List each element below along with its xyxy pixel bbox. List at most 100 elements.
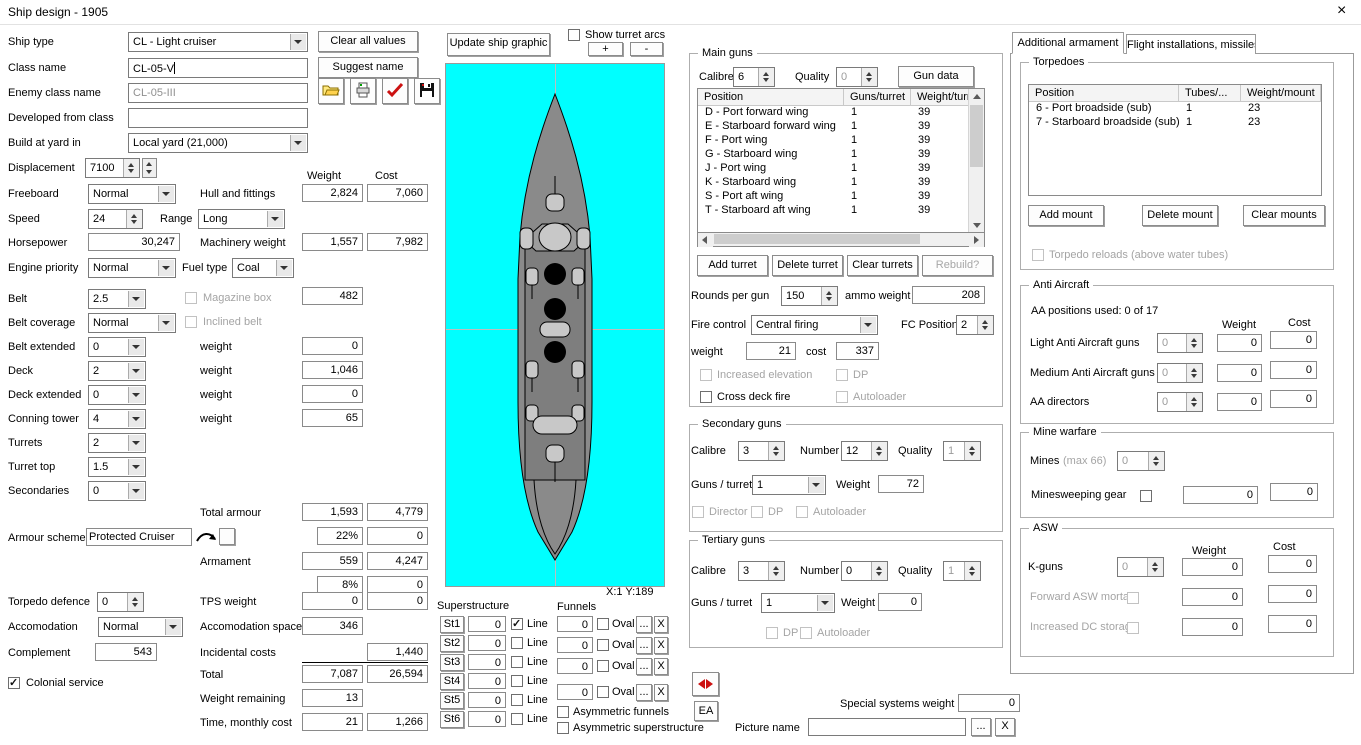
ship-type-select[interactable]: CL - Light cruiser — [128, 32, 308, 52]
zoom-in-button[interactable]: + — [588, 42, 623, 56]
picture-name-input[interactable] — [808, 718, 966, 736]
rebuild-button[interactable]: Rebuild? — [922, 255, 993, 276]
delete-turret-button[interactable]: Delete turret — [772, 255, 843, 276]
medium-aa-spinner[interactable]: 0 — [1157, 363, 1203, 383]
belt-coverage-select[interactable]: Normal — [88, 313, 176, 333]
scroll-right-icon[interactable] — [969, 233, 984, 247]
main-gun-row[interactable]: F - Port wing 1 39 — [698, 134, 984, 148]
sg-guns-turret-select[interactable]: 1 — [752, 475, 826, 495]
tg-number-spinner[interactable]: 0 — [841, 561, 888, 581]
aa-directors-spinner[interactable]: 0 — [1157, 392, 1203, 412]
funnel2-oval-checkbox[interactable] — [597, 639, 609, 651]
minesweeping-checkbox[interactable] — [1140, 490, 1152, 502]
gun-data-button[interactable]: Gun data — [898, 66, 974, 87]
spin-buttons-icon[interactable] — [768, 562, 784, 580]
funnel4-delete-button[interactable]: X — [654, 684, 668, 701]
print-button[interactable] — [350, 78, 376, 104]
sg-number-spinner[interactable]: 12 — [841, 441, 888, 461]
chevron-down-icon[interactable] — [128, 363, 144, 379]
chevron-down-icon[interactable] — [267, 211, 283, 227]
show-turret-arcs-checkbox[interactable] — [568, 29, 580, 41]
spin-buttons-icon[interactable] — [1186, 364, 1202, 382]
scrollbar-thumb[interactable] — [970, 105, 983, 167]
main-guns-table[interactable]: Position Guns/turret Weight/turret D - P… — [697, 88, 985, 233]
spin-buttons-icon[interactable] — [758, 68, 774, 86]
st1-line-checkbox[interactable] — [511, 617, 523, 630]
sg-calibre-spinner[interactable]: 3 — [738, 441, 785, 461]
displacement-fine-spinner[interactable] — [142, 158, 157, 178]
st3-line-checkbox[interactable] — [511, 656, 523, 668]
scroll-down-icon[interactable] — [969, 218, 984, 232]
delete-mount-button[interactable]: Delete mount — [1142, 205, 1218, 226]
tg-calibre-spinner[interactable]: 3 — [738, 561, 785, 581]
spin-buttons-icon[interactable] — [1186, 334, 1202, 352]
range-select[interactable]: Long — [198, 209, 285, 229]
st3-button[interactable]: St3 — [440, 654, 464, 671]
funnel2-delete-button[interactable]: X — [654, 637, 668, 654]
chevron-down-icon[interactable] — [128, 435, 144, 451]
chevron-down-icon[interactable] — [128, 411, 144, 427]
chevron-down-icon[interactable] — [158, 315, 174, 331]
table-vertical-scrollbar[interactable] — [968, 89, 984, 232]
chevron-down-icon[interactable] — [158, 260, 174, 276]
st5-line-checkbox[interactable] — [511, 694, 523, 706]
add-turret-button[interactable]: Add turret — [697, 255, 768, 276]
chevron-down-icon[interactable] — [128, 291, 144, 307]
chevron-down-icon[interactable] — [128, 483, 144, 499]
armour-scheme-button[interactable] — [219, 528, 235, 545]
funnel3-more-button[interactable]: ... — [636, 658, 652, 675]
main-gun-row[interactable]: J - Port wing 1 39 — [698, 162, 984, 176]
increased-dc-storage-checkbox[interactable] — [1127, 622, 1139, 634]
developed-from-input[interactable] — [128, 108, 308, 128]
mines-spinner[interactable]: 0 — [1117, 451, 1165, 471]
spin-buttons-icon[interactable] — [1147, 558, 1163, 576]
sg-quality-spinner[interactable]: 1 — [943, 441, 981, 461]
kguns-spinner[interactable]: 0 — [1117, 557, 1164, 577]
spin-buttons-icon[interactable] — [964, 562, 980, 580]
fc-positions-spinner[interactable]: 2 — [956, 315, 994, 335]
clear-mounts-button[interactable]: Clear mounts — [1243, 205, 1325, 226]
main-gun-row[interactable]: T - Starboard aft wing 1 39 — [698, 204, 984, 218]
sg-director-checkbox[interactable] — [692, 506, 704, 518]
asymmetric-funnels-checkbox[interactable] — [557, 706, 569, 718]
engine-priority-select[interactable]: Normal — [88, 258, 176, 278]
main-gun-row[interactable]: D - Port forward wing 1 39 — [698, 106, 984, 120]
chevron-down-icon[interactable] — [128, 339, 144, 355]
chevron-down-icon[interactable] — [158, 186, 174, 202]
tab-additional-armament[interactable]: Additional armament — [1012, 32, 1124, 54]
sg-autoloader-checkbox[interactable] — [796, 506, 808, 518]
displacement-spinner[interactable]: 7100 — [85, 158, 140, 178]
mg-autoloader-checkbox[interactable] — [836, 391, 848, 403]
spin-buttons-icon[interactable] — [821, 287, 837, 305]
chevron-down-icon[interactable] — [290, 135, 306, 151]
scroll-up-icon[interactable] — [969, 89, 984, 103]
zoom-out-button[interactable]: - — [630, 42, 663, 56]
chevron-down-icon[interactable] — [128, 459, 144, 475]
tab-flight-installations[interactable]: Flight installations, missiles — [1126, 34, 1256, 54]
chevron-down-icon[interactable] — [165, 619, 181, 635]
spin-buttons-icon[interactable] — [768, 442, 784, 460]
tg-dp-checkbox[interactable] — [766, 627, 778, 639]
chevron-down-icon[interactable] — [808, 477, 824, 493]
ea-button[interactable]: EA — [694, 701, 718, 721]
table-horizontal-scrollbar[interactable] — [697, 233, 985, 247]
st4-line-checkbox[interactable] — [511, 675, 523, 687]
funnel4-oval-checkbox[interactable] — [597, 686, 609, 698]
update-ship-graphic-button[interactable]: Update ship graphic — [447, 33, 550, 56]
chevron-down-icon[interactable] — [290, 34, 306, 50]
spin-buttons-icon[interactable] — [126, 210, 142, 228]
forward-asw-mortar-checkbox[interactable] — [1127, 592, 1139, 604]
chevron-down-icon[interactable] — [817, 595, 833, 611]
picture-clear-button[interactable]: X — [995, 718, 1015, 736]
speed-spinner[interactable]: 24 — [88, 209, 143, 229]
suggest-name-button[interactable]: Suggest name — [318, 57, 418, 78]
fuel-type-select[interactable]: Coal — [232, 258, 294, 278]
add-mount-button[interactable]: Add mount — [1028, 205, 1104, 226]
class-name-input[interactable]: CL-05-V — [128, 58, 308, 78]
torpedo-reloads-checkbox[interactable] — [1032, 249, 1044, 261]
main-gun-row[interactable]: S - Port aft wing 1 39 — [698, 190, 984, 204]
funnel1-delete-button[interactable]: X — [654, 616, 668, 633]
st6-line-checkbox[interactable] — [511, 713, 523, 725]
fire-control-select[interactable]: Central firing — [751, 315, 878, 335]
secondaries-select[interactable]: 0 — [88, 481, 146, 501]
